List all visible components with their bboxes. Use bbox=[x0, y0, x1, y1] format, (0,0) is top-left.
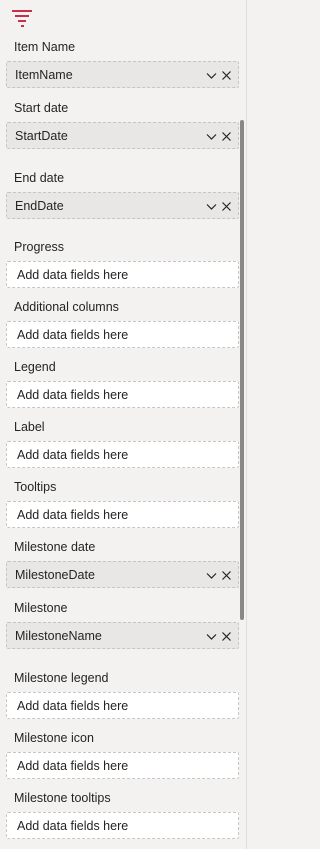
field-label: Milestone legend bbox=[14, 671, 109, 685]
field-label: Milestone tooltips bbox=[14, 791, 111, 805]
close-icon[interactable] bbox=[221, 131, 232, 142]
chevron-down-icon[interactable] bbox=[206, 631, 217, 642]
close-icon[interactable] bbox=[221, 201, 232, 212]
field-well-tooltips[interactable]: Add data fields here bbox=[6, 501, 239, 528]
field-value: MilestoneDate bbox=[15, 568, 95, 582]
field-placeholder: Add data fields here bbox=[17, 448, 129, 462]
field-well-item-name[interactable]: ItemName bbox=[6, 61, 239, 88]
field-well-milestone-legend[interactable]: Add data fields here bbox=[6, 692, 239, 719]
build-visual-icon[interactable] bbox=[12, 9, 34, 29]
field-placeholder: Add data fields here bbox=[17, 388, 129, 402]
field-label: Start date bbox=[14, 101, 69, 115]
field-label: Milestone bbox=[14, 601, 68, 615]
field-well-end-date[interactable]: EndDate bbox=[6, 192, 239, 219]
field-placeholder: Add data fields here bbox=[17, 819, 129, 833]
chevron-down-icon[interactable] bbox=[206, 70, 217, 81]
field-well-milestone-icon[interactable]: Add data fields here bbox=[6, 752, 239, 779]
build-visual-icon-bar bbox=[15, 15, 29, 17]
field-placeholder: Add data fields here bbox=[17, 699, 129, 713]
field-well-start-date[interactable]: StartDate bbox=[6, 122, 239, 149]
build-visual-icon-bar bbox=[21, 25, 24, 27]
close-icon[interactable] bbox=[221, 631, 232, 642]
field-placeholder: Add data fields here bbox=[17, 268, 129, 282]
field-label: Milestone date bbox=[14, 540, 96, 554]
field-well-milestone-tooltips[interactable]: Add data fields here bbox=[6, 812, 239, 839]
scrollbar-thumb[interactable] bbox=[240, 120, 244, 620]
visualizations-pane: Item Name ItemName Start date StartDate … bbox=[0, 0, 247, 849]
field-label: End date bbox=[14, 171, 65, 185]
field-well-label[interactable]: Add data fields here bbox=[6, 441, 239, 468]
field-value: EndDate bbox=[15, 199, 64, 213]
field-placeholder: Add data fields here bbox=[17, 759, 129, 773]
field-well-milestone[interactable]: MilestoneName bbox=[6, 622, 239, 649]
field-label: Milestone icon bbox=[14, 731, 94, 745]
field-value: ItemName bbox=[15, 68, 73, 82]
field-value: StartDate bbox=[15, 129, 68, 143]
field-label: Tooltips bbox=[14, 480, 57, 494]
field-well-progress[interactable]: Add data fields here bbox=[6, 261, 239, 288]
field-well-additional-columns[interactable]: Add data fields here bbox=[6, 321, 239, 348]
field-label: Legend bbox=[14, 360, 56, 374]
pane-toolbar bbox=[0, 0, 246, 36]
build-visual-icon-bar bbox=[18, 20, 26, 22]
field-placeholder: Add data fields here bbox=[17, 328, 129, 342]
field-placeholder: Add data fields here bbox=[17, 508, 129, 522]
close-icon[interactable] bbox=[221, 570, 232, 581]
field-label: Label bbox=[14, 420, 45, 434]
build-visual-icon-bar bbox=[12, 10, 32, 12]
field-label: Item Name bbox=[14, 40, 76, 54]
field-label: Additional columns bbox=[14, 300, 119, 314]
chevron-down-icon[interactable] bbox=[206, 570, 217, 581]
field-label: Progress bbox=[14, 240, 65, 254]
chevron-down-icon[interactable] bbox=[206, 131, 217, 142]
field-well-milestone-date[interactable]: MilestoneDate bbox=[6, 561, 239, 588]
chevron-down-icon[interactable] bbox=[206, 201, 217, 212]
field-value: MilestoneName bbox=[15, 629, 102, 643]
close-icon[interactable] bbox=[221, 70, 232, 81]
field-well-legend[interactable]: Add data fields here bbox=[6, 381, 239, 408]
